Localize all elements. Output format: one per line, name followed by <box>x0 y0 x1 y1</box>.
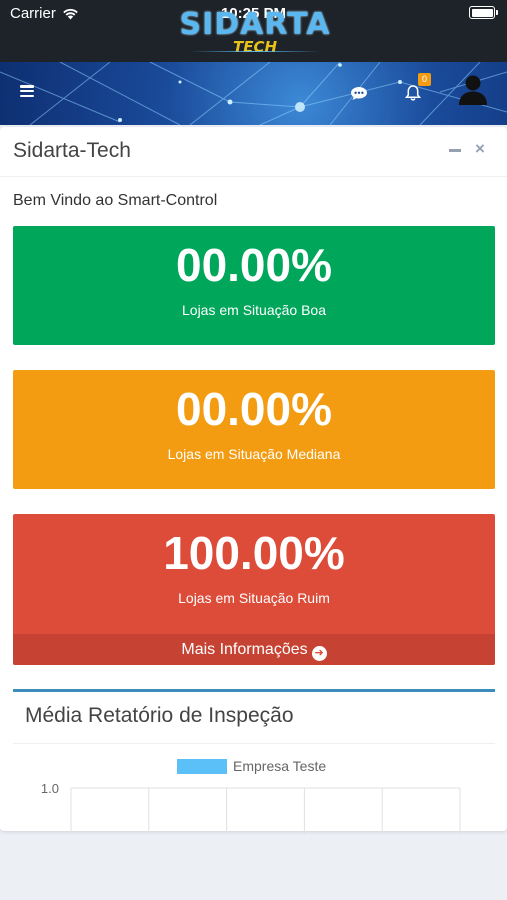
stat-value: 00.00% <box>175 239 332 291</box>
minimize-icon[interactable] <box>449 143 461 157</box>
logo-main-text: SIDARTA <box>179 7 331 42</box>
inspection-chart-box: Média Retatório de Inspeção Empresa Test… <box>13 689 495 834</box>
status-bar: Carrier 10:25 PM SIDARTA TECH <box>0 0 507 62</box>
stat-box-medium: 00.00% Lojas em Situação Mediana <box>13 370 495 489</box>
nav-header <box>0 62 507 125</box>
more-info-link[interactable]: Mais Informações ➜ <box>13 634 495 665</box>
stat-label: Lojas em Situação Mediana <box>167 446 341 462</box>
stat-value: 00.00% <box>175 383 332 435</box>
stat-box-good: 00.00% Lojas em Situação Boa <box>13 226 495 345</box>
battery-icon <box>469 6 498 19</box>
dashboard-panel: Sidarta-Tech × Bem Vindo ao Smart-Contro… <box>0 127 507 834</box>
menu-toggle-icon[interactable] <box>20 85 34 97</box>
legend-label: Empresa Teste <box>233 758 326 774</box>
app-logo: SIDARTA TECH <box>160 10 350 56</box>
welcome-text: Bem Vindo ao Smart-Control <box>13 192 218 209</box>
user-avatar-icon[interactable] <box>458 74 488 106</box>
messages-icon[interactable] <box>350 86 368 101</box>
panel-title: Sidarta-Tech <box>13 139 131 162</box>
more-info-label: Mais Informações <box>181 641 308 658</box>
stat-label: Lojas em Situação Boa <box>182 302 326 318</box>
legend-swatch <box>177 759 227 774</box>
close-icon[interactable]: × <box>473 140 487 157</box>
network-background <box>0 62 507 125</box>
stat-label: Lojas em Situação Ruim <box>178 590 330 606</box>
y-tick-label: 1.0 <box>41 781 59 796</box>
notifications-bell-icon[interactable] <box>404 84 422 102</box>
chart-title: Média Retatório de Inspeção <box>25 704 294 727</box>
stat-value: 100.00% <box>163 527 345 579</box>
notification-count-badge: 0 <box>418 73 431 86</box>
stat-box-bad: 100.00% Lojas em Situação Ruim Mais Info… <box>13 514 495 665</box>
inspection-chart: Empresa Teste 1.0 <box>41 758 461 834</box>
arrow-circle-right-icon: ➜ <box>311 646 327 661</box>
panel-header: Sidarta-Tech × <box>0 127 507 177</box>
